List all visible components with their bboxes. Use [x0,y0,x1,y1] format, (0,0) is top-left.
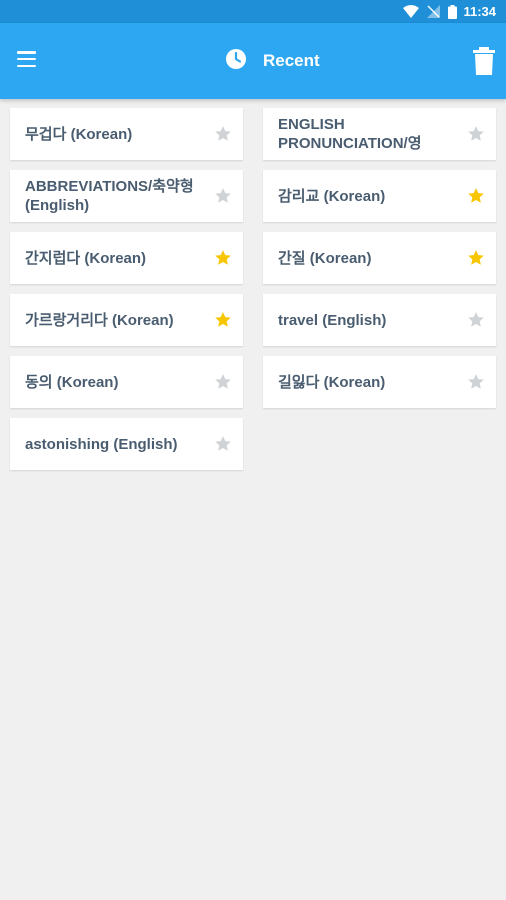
history-item-label: 길잃다 (Korean) [278,373,386,391]
no-signal-icon [427,5,441,18]
history-item[interactable]: 감리교 (Korean) [263,170,496,222]
star-icon[interactable] [467,187,485,205]
history-item-label: 간지럽다 (Korean) [25,249,147,267]
star-icon[interactable] [214,125,232,143]
history-item[interactable]: 길잃다 (Korean) [263,356,496,408]
history-item[interactable]: 동의 (Korean) [10,356,243,408]
history-item[interactable]: 간질 (Korean) [263,232,496,284]
wifi-icon [403,5,420,18]
trash-icon[interactable] [472,47,496,75]
history-item-label: ENGLISH PRONUNCIATION/영 [278,116,422,152]
star-icon[interactable] [214,249,232,267]
page-title: Recent [263,51,320,70]
clock-icon [225,48,247,74]
star-icon[interactable] [214,311,232,329]
history-item[interactable]: 간지럽다 (Korean) [10,232,243,284]
battery-icon [448,4,458,19]
status-time: 11:34 [463,4,496,19]
history-item-label: 간질 (Korean) [278,249,372,267]
history-item-label: 동의 (Korean) [25,373,119,391]
title-wrap: Recent [225,48,320,74]
star-icon[interactable] [467,249,485,267]
star-icon[interactable] [467,125,485,143]
history-item[interactable]: travel (English) [263,294,496,346]
status-bar: 11:34 [0,0,506,23]
history-item-label: astonishing (English) [25,435,178,453]
star-icon[interactable] [467,311,485,329]
star-icon[interactable] [467,373,485,391]
history-item-label: travel (English) [278,311,387,329]
history-item[interactable]: 가르랑거리다 (Korean) [10,294,243,346]
app-bar: Recent [0,23,506,99]
history-item[interactable]: 무겁다 (Korean) [10,108,243,160]
history-item-label: ABBREVIATIONS/축약형 (English) [25,178,194,214]
menu-icon[interactable] [17,51,37,68]
history-item-label: 감리교 (Korean) [278,187,386,205]
star-icon[interactable] [214,187,232,205]
star-icon[interactable] [214,435,232,453]
star-icon[interactable] [214,373,232,391]
history-item[interactable]: ENGLISH PRONUNCIATION/영 [263,108,496,160]
history-item[interactable]: astonishing (English) [10,418,243,470]
history-item-label: 가르랑거리다 (Korean) [25,311,174,329]
history-item-label: 무겁다 (Korean) [25,125,133,143]
history-item[interactable]: ABBREVIATIONS/축약형 (English) [10,170,243,222]
